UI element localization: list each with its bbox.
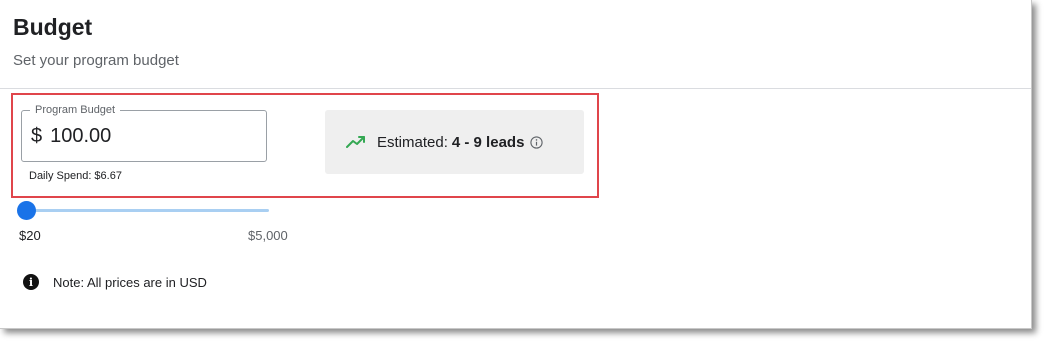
page-title: Budget — [13, 14, 93, 40]
budget-slider-thumb[interactable] — [16, 201, 36, 220]
budget-card: Budget Set your program budget Program B… — [0, 0, 1032, 329]
page-subtitle: Set your program budget — [13, 52, 179, 69]
info-filled-icon: i — [23, 274, 39, 290]
note-text: Note: All prices are in USD — [53, 274, 207, 290]
trending-up-icon — [346, 135, 366, 149]
note-row: i Note: All prices are in USD — [23, 274, 207, 290]
header-divider — [0, 88, 1031, 89]
program-budget-field[interactable]: Program Budget $100.00 — [21, 103, 267, 162]
estimate-label: Estimated: — [377, 133, 448, 151]
program-budget-label: Program Budget — [30, 103, 121, 117]
program-budget-input[interactable]: $100.00 — [31, 125, 111, 148]
daily-spend-text: Daily Spend: $6.67 — [29, 170, 122, 182]
info-outline-icon[interactable] — [530, 135, 544, 149]
currency-symbol: $ — [31, 125, 43, 147]
slider-min-label: $20 — [19, 228, 41, 243]
program-budget-value[interactable]: 100.00 — [50, 125, 111, 147]
estimate-panel: Estimated: 4 - 9 leads — [325, 110, 584, 174]
estimate-value: 4 - 9 leads — [451, 133, 525, 151]
slider-max-label: $5,000 — [248, 228, 288, 243]
budget-slider-track[interactable] — [26, 209, 269, 212]
